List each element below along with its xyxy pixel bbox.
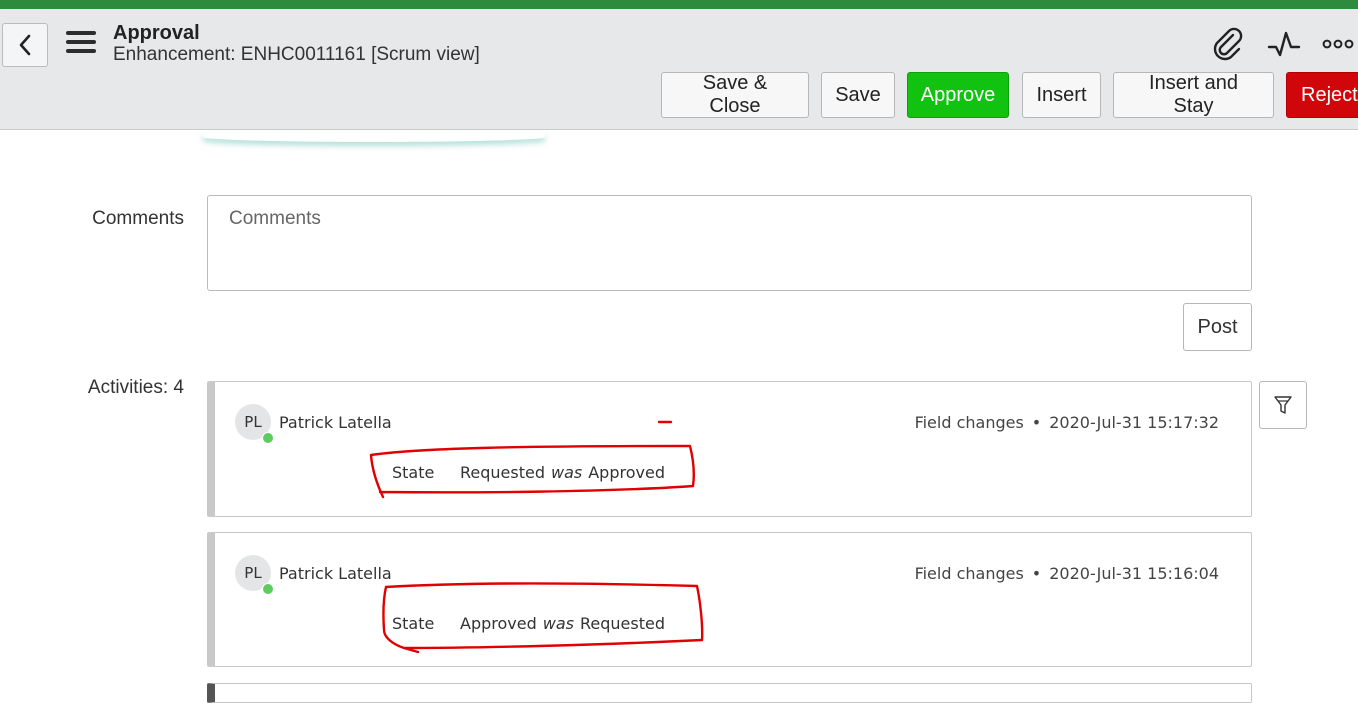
- reject-button[interactable]: Reject: [1286, 72, 1358, 118]
- field-change: State Requested was Approved: [392, 463, 665, 482]
- save-close-button[interactable]: Save & Close: [661, 72, 809, 118]
- field-name: State: [392, 614, 435, 633]
- back-icon: [19, 34, 31, 56]
- activity-card: PL Patrick Latella Field changes • 2020-Ju…: [207, 381, 1252, 517]
- tab-shadow: [203, 132, 545, 142]
- insert-button[interactable]: Insert: [1022, 72, 1101, 118]
- field-new-value: Requested: [460, 463, 545, 482]
- activity-type: Field changes: [914, 413, 1024, 432]
- activity-meta: Field changes • 2020-Jul-31 15:16:04: [914, 564, 1219, 583]
- field-was: was: [542, 614, 574, 633]
- field-old-value: Approved: [588, 463, 665, 482]
- field-old-value: Requested: [579, 614, 665, 633]
- activities-label: Activities: 4: [87, 377, 184, 398]
- form-header: Approval Enhancement: ENHC0011161 [Scrum…: [0, 9, 1358, 130]
- activity-author: Patrick Latella: [279, 413, 392, 432]
- activity-type: Field changes: [914, 564, 1024, 583]
- menu-icon[interactable]: [66, 31, 96, 57]
- field-change: State Approved was Requested: [392, 614, 665, 633]
- record-subtitle: Enhancement: ENHC0011161 [Scrum view]: [113, 44, 480, 65]
- more-icon[interactable]: [1321, 27, 1355, 61]
- save-button[interactable]: Save: [821, 72, 895, 118]
- filter-button[interactable]: [1259, 381, 1307, 429]
- comments-input[interactable]: [207, 195, 1252, 291]
- activity-icon[interactable]: [1267, 27, 1301, 61]
- presence-indicator: [262, 432, 274, 444]
- activity-timestamp: 2020-Jul-31 15:16:04: [1049, 564, 1219, 583]
- paperclip-icon[interactable]: [1211, 27, 1245, 61]
- activity-timestamp: 2020-Jul-31 15:17:32: [1049, 413, 1219, 432]
- filter-icon: [1274, 396, 1292, 414]
- page-title: Approval: [113, 22, 200, 44]
- field-new-value: Approved: [460, 614, 537, 633]
- comments-label: Comments: [92, 208, 184, 229]
- post-button[interactable]: Post: [1183, 303, 1252, 351]
- activity-card: PL Patrick Latella Field changes • 2020-Ju…: [207, 532, 1252, 667]
- presence-indicator: [262, 583, 274, 595]
- insert-and-stay-button[interactable]: Insert and Stay: [1113, 72, 1274, 118]
- activity-meta: Field changes • 2020-Jul-31 15:17:32: [914, 413, 1219, 432]
- field-was: was: [551, 463, 583, 482]
- activity-card: [207, 683, 1252, 703]
- back-button[interactable]: [2, 23, 48, 67]
- approve-button[interactable]: Approve: [907, 72, 1009, 118]
- field-name: State: [392, 463, 435, 482]
- activity-author: Patrick Latella: [279, 564, 392, 583]
